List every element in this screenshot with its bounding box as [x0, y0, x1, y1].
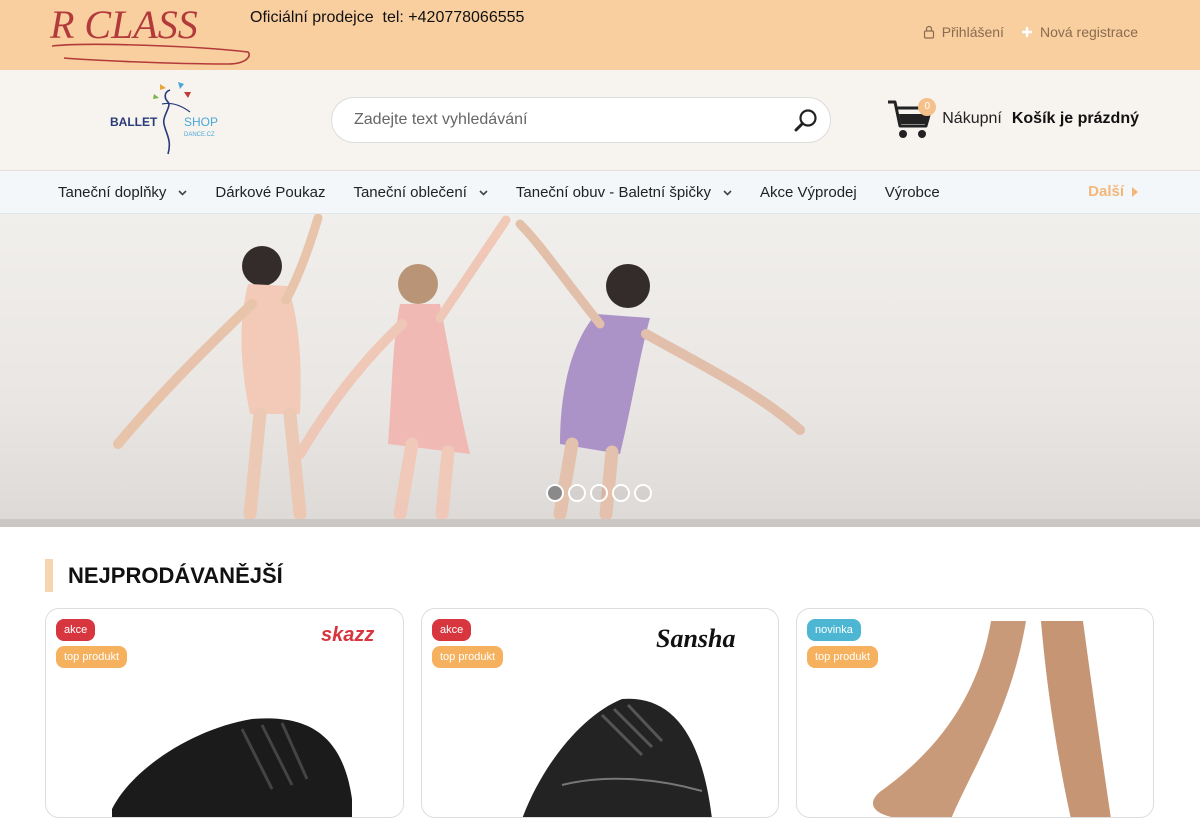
shop-logo[interactable]: BALLET SHOP DANCE.CZ — [108, 78, 228, 162]
account-links: Přihlášení Nová registrace — [922, 24, 1138, 40]
dancer-figure — [295, 215, 511, 521]
shop-logo-word2: SHOP — [184, 115, 218, 129]
login-link[interactable]: Přihlášení — [922, 24, 1004, 40]
main-nav: Taneční doplňky Dárkové Poukaz Taneční o… — [0, 171, 1200, 214]
hero-slider[interactable] — [0, 214, 1200, 527]
nav-item-label: Taneční obuv - Baletní špičky — [515, 184, 711, 201]
header: BALLET SHOP DANCE.CZ 0 Nákupní Košík je … — [0, 70, 1200, 171]
register-label: Nová registrace — [1039, 24, 1138, 40]
register-link[interactable]: Nová registrace — [1020, 24, 1138, 40]
chevron-down-icon — [479, 190, 488, 196]
product-list: akce top produkt skazz akce top produkt … — [45, 608, 1154, 818]
top-bar: R CLASS Oficiální prodejce tel: +4207780… — [0, 0, 1200, 70]
slider-dot-1[interactable] — [546, 484, 564, 502]
login-label: Přihlášení — [941, 24, 1004, 40]
chevron-down-icon — [178, 190, 187, 196]
tag-top-product: top produkt — [432, 646, 504, 668]
product-card[interactable]: novinka top produkt — [796, 608, 1154, 818]
cart-icon: 0 — [886, 96, 937, 142]
nav-more-button[interactable]: Další — [1088, 183, 1138, 200]
rclass-logo-text: R CLASS — [49, 2, 198, 47]
slider-dot-2[interactable] — [568, 484, 586, 502]
cart-status: Košík je prázdný — [1011, 110, 1139, 127]
nav-item-dance-shoes[interactable]: Taneční obuv - Baletní špičky — [502, 171, 746, 214]
slider-dot-4[interactable] — [612, 484, 630, 502]
rclass-logo[interactable]: R CLASS — [48, 2, 252, 66]
brand-logo-sansha: Sansha — [654, 623, 754, 658]
nav-item-label: Dárkové Poukaz — [215, 184, 326, 201]
tag-top-product: top produkt — [807, 646, 879, 668]
product-card[interactable]: akce top produkt Sansha — [421, 608, 779, 818]
plus-icon — [1021, 27, 1032, 37]
search-input[interactable] — [354, 98, 774, 142]
nav-item-label: Výrobce — [884, 184, 940, 201]
nav-item-label: Akce Výprodej — [760, 184, 857, 201]
slider-dot-5[interactable] — [634, 484, 652, 502]
nav-item-manufacturers[interactable]: Výrobce — [871, 171, 954, 214]
nav-item-sale[interactable]: Akce Výprodej — [746, 171, 871, 214]
slider-dots — [546, 484, 652, 502]
nav-item-dance-clothing[interactable]: Taneční oblečení — [339, 171, 501, 214]
caret-right-icon — [1132, 186, 1138, 197]
slider-dot-3[interactable] — [590, 484, 608, 502]
tag-new: novinka — [807, 619, 861, 641]
nav-item-gift-voucher[interactable]: Dárkové Poukaz — [201, 171, 339, 214]
product-card[interactable]: akce top produkt skazz — [45, 608, 404, 818]
shop-logo-word1: BALLET — [110, 115, 158, 129]
nav-more-label: Další — [1088, 183, 1124, 200]
search-box — [331, 97, 831, 143]
hero-floor — [0, 519, 1200, 527]
brand-text: Sansha — [656, 624, 736, 653]
brand-text: skazz — [321, 624, 374, 646]
lock-icon — [923, 25, 934, 39]
shop-logo-sub: DANCE.CZ — [184, 132, 215, 138]
dancer-figure — [515, 219, 805, 521]
tag-sale: akce — [56, 619, 96, 641]
cart-label: Nákupní — [942, 110, 1002, 127]
tag-top-product: top produkt — [56, 646, 128, 668]
tagline: Oficiální prodejce tel: +420778066555 — [250, 9, 525, 26]
product-image-sneaker — [112, 718, 352, 817]
dancer-figure — [113, 214, 323, 521]
search-icon[interactable] — [792, 107, 820, 135]
nav-item-label: Taneční doplňky — [58, 184, 167, 201]
brand-logo-skazz: skazz — [319, 623, 379, 654]
nav-item-dance-accessories[interactable]: Taneční doplňky — [44, 171, 201, 214]
section-title-bestsellers: NEJPRODÁVANĚJŠÍ — [45, 559, 283, 592]
hero-image-dancers — [113, 214, 805, 521]
nav-item-label: Taneční oblečení — [353, 184, 467, 201]
tag-sale: akce — [432, 619, 472, 641]
chevron-down-icon — [723, 190, 732, 196]
cart[interactable]: 0 Nákupní Košík je prázdný — [886, 96, 1139, 142]
